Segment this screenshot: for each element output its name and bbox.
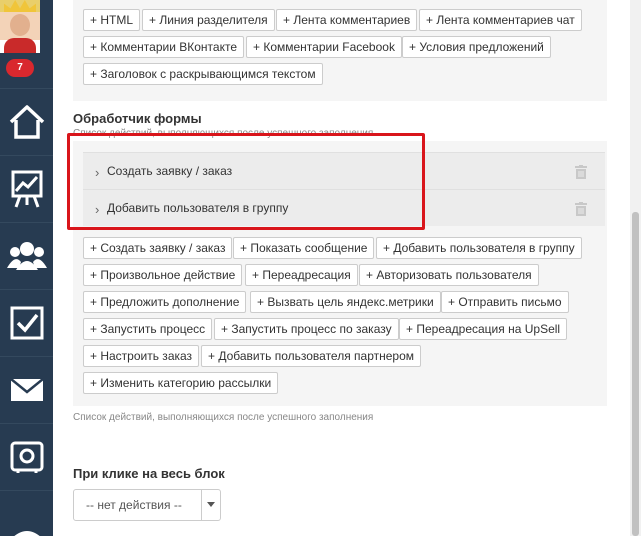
settings-icon xyxy=(10,441,43,473)
action-label: Создать заявку / заказ xyxy=(107,164,233,178)
add-configure-order-button[interactable]: + Настроить заказ xyxy=(83,345,200,367)
mail-icon xyxy=(9,377,44,401)
add-facebook-comments-button[interactable]: + Комментарии Facebook xyxy=(246,36,402,58)
trash-icon[interactable] xyxy=(575,202,587,216)
add-send-email-button[interactable]: + Отправить письмо xyxy=(441,291,569,313)
add-show-message-button[interactable]: + Показать сообщение xyxy=(233,237,375,259)
nav-users[interactable] xyxy=(0,222,53,288)
action-row[interactable]: › Добавить пользователя в группу xyxy=(83,189,605,226)
nav-analytics[interactable] xyxy=(0,155,53,221)
add-run-order-process-button[interactable]: + Запустить процесс по заказу xyxy=(214,318,399,340)
nav-home[interactable] xyxy=(0,88,53,154)
tasks-icon xyxy=(10,306,43,339)
add-expandable-header-button[interactable]: + Заголовок с раскрывающимся текстом xyxy=(83,63,323,85)
add-authorize-user-button[interactable]: + Авторизовать пользователя xyxy=(359,264,539,286)
more-icon xyxy=(13,530,40,536)
add-vk-comments-button[interactable]: + Комментарии ВКонтакте xyxy=(83,36,245,58)
action-label: Добавить пользователя в группу xyxy=(107,201,289,215)
nav-mail[interactable] xyxy=(0,356,53,422)
chevron-down-icon xyxy=(207,502,215,507)
click-action-value: -- нет действия -- xyxy=(86,498,182,512)
form-handler-title: Обработчик формы xyxy=(73,111,202,126)
users-icon xyxy=(6,241,47,270)
add-user-to-group-button[interactable]: + Добавить пользователя в группу xyxy=(376,237,582,259)
analytics-icon xyxy=(11,170,42,208)
add-upsell-offer-button[interactable]: + Предложить дополнение xyxy=(83,291,247,313)
add-comments-chat-button[interactable]: + Лента комментариев чат xyxy=(419,9,582,31)
main-content: + HTML + Линия разделителя + Лента комме… xyxy=(53,0,630,536)
chevron-right-icon: › xyxy=(95,165,100,180)
add-custom-action-button[interactable]: + Произвольное действие xyxy=(83,264,243,286)
click-action-select[interactable]: -- нет действия -- xyxy=(73,489,221,521)
add-partner-user-button[interactable]: + Добавить пользователя партнером xyxy=(201,345,422,367)
nav-tasks[interactable] xyxy=(0,289,53,355)
add-metrika-goal-button[interactable]: + Вызвать цель яндекс.метрики xyxy=(250,291,441,313)
home-icon xyxy=(9,104,44,139)
add-create-order-button[interactable]: + Создать заявку / заказ xyxy=(83,237,233,259)
chevron-right-icon: › xyxy=(95,202,100,217)
nav-more[interactable] xyxy=(0,490,53,536)
add-offer-terms-button[interactable]: + Условия предложений xyxy=(402,36,551,58)
notification-badge[interactable]: 7 xyxy=(6,59,34,77)
add-upsell-redirect-button[interactable]: + Переадресация на UpSell xyxy=(399,318,568,340)
form-handler-footer-note: Список действий, выполняющихся после усп… xyxy=(73,412,374,423)
sidebar: 7 xyxy=(0,0,53,536)
trash-icon[interactable] xyxy=(575,165,587,179)
click-block-title: При клике на весь блок xyxy=(73,466,225,481)
nav-settings[interactable] xyxy=(0,423,53,489)
action-row[interactable]: › Создать заявку / заказ xyxy=(83,152,605,189)
add-comments-feed-button[interactable]: + Лента комментариев xyxy=(276,9,418,31)
add-run-process-button[interactable]: + Запустить процесс xyxy=(83,318,213,340)
add-html-button[interactable]: + HTML xyxy=(83,9,141,31)
form-handler-subtitle: Список действий, выполняющихся после усп… xyxy=(73,128,374,139)
add-redirect-button[interactable]: + Переадресация xyxy=(245,264,358,286)
add-divider-button[interactable]: + Линия разделителя xyxy=(142,9,275,31)
crown-icon xyxy=(4,0,36,12)
add-change-mailing-category-button[interactable]: + Изменить категорию рассылки xyxy=(83,372,279,394)
scrollbar-thumb[interactable] xyxy=(632,212,639,536)
scrollbar[interactable] xyxy=(630,0,641,536)
user-avatar[interactable] xyxy=(0,0,40,53)
